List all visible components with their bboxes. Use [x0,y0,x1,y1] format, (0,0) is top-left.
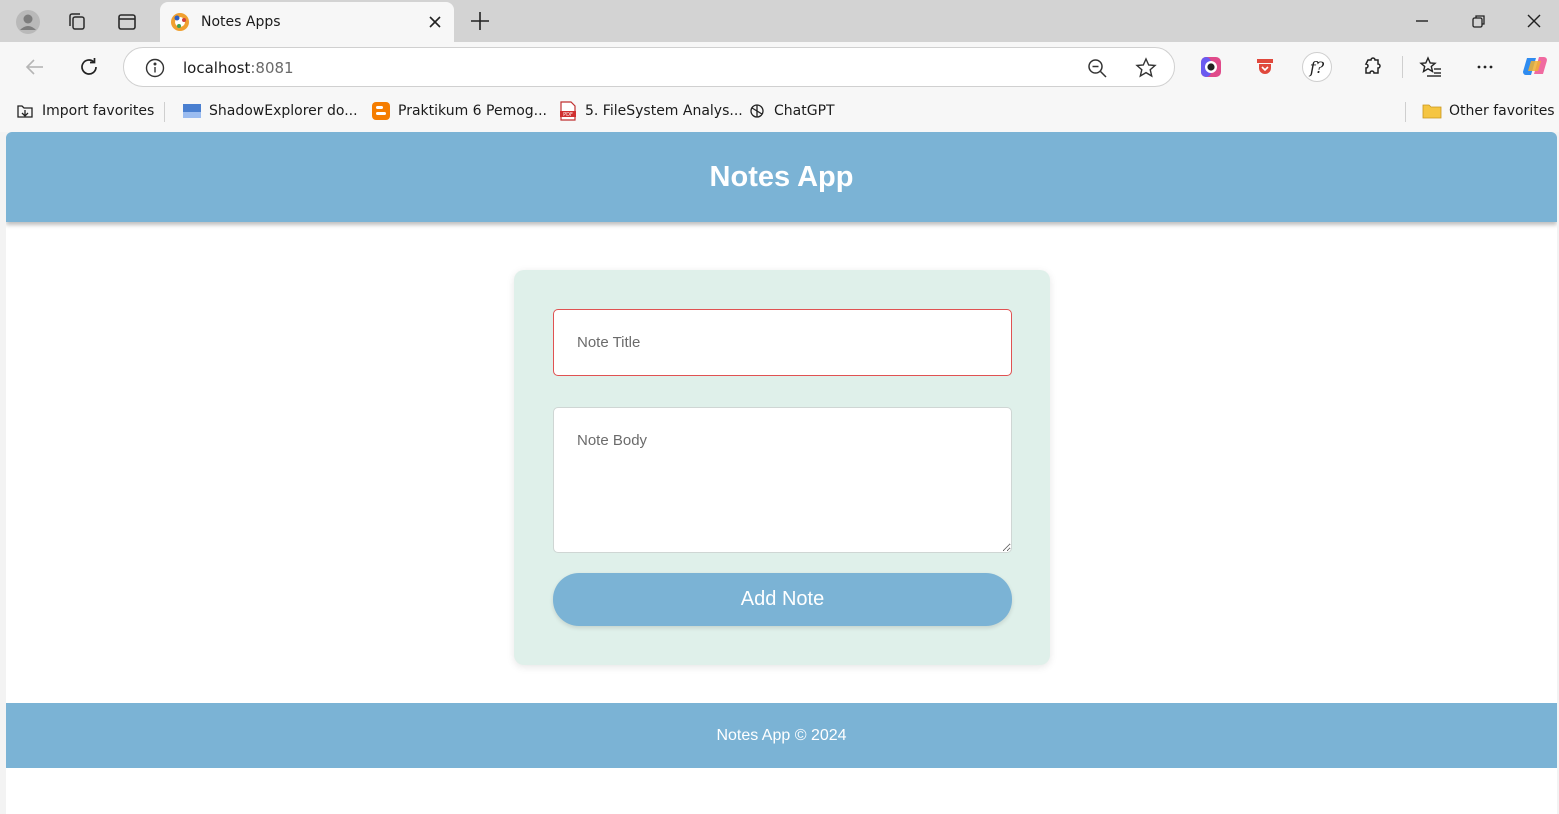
pocket-extension-icon[interactable] [1250,52,1280,82]
profile-avatar-icon[interactable] [14,8,42,36]
close-window-icon[interactable] [1523,10,1545,32]
more-options-icon[interactable] [1470,52,1500,82]
copilot-icon[interactable] [1520,51,1550,81]
favorite-label: Import favorites [42,103,155,119]
favorite-star-icon[interactable] [1134,56,1158,80]
favorite-label: ChatGPT [774,103,835,119]
shadowexplorer-icon [182,101,202,121]
tab-favicon-icon [170,12,190,32]
close-tab-icon[interactable] [425,12,445,32]
back-icon[interactable] [20,52,50,82]
page-viewport: Notes App Add Note Notes App © 2024 [6,132,1557,814]
favorite-shadowexplorer[interactable]: ShadowExplorer do... [182,100,358,122]
toolbar: localhost:8081 f? [0,42,1559,92]
blogger-icon [371,101,391,121]
favorite-label: Praktikum 6 Pemog... [398,103,548,119]
toolbar-separator [1402,56,1403,78]
formula-extension-icon[interactable]: f? [1302,52,1332,82]
favorites-bar: Import favorites ShadowExplorer do... Pr… [0,92,1559,132]
color-extension-icon[interactable] [1196,52,1226,82]
favorites-list-icon[interactable] [1416,52,1446,82]
address-bar[interactable]: localhost:8081 [123,47,1175,87]
extensions-icon[interactable] [1357,52,1387,82]
new-tab-icon[interactable] [468,9,492,33]
zoom-out-icon[interactable] [1086,57,1108,79]
favorite-chatgpt[interactable]: ChatGPT [747,100,835,122]
favorites-separator [164,102,165,122]
pdf-icon: PDF [558,101,578,121]
browser-window: Notes Apps localhost:8081 f? Import favo… [0,0,1559,814]
app-footer: Notes App © 2024 [6,703,1557,768]
app-header: Notes App [6,132,1557,222]
note-body-input[interactable] [553,407,1012,553]
footer-copyright: Notes App © 2024 [716,726,847,744]
tab-title: Notes Apps [201,14,281,30]
url-text[interactable]: localhost:8081 [183,59,294,77]
chatgpt-icon [747,101,767,121]
tab-notes-apps[interactable]: Notes Apps [160,2,454,42]
other-favorites[interactable]: Other favorites [1422,100,1555,122]
formula-extension-label: f? [1309,57,1325,77]
note-title-input[interactable] [553,309,1012,376]
url-host: localhost [183,59,251,77]
tab-strip: Notes Apps [0,0,1559,42]
svg-text:PDF: PDF [563,112,573,118]
note-form-card: Add Note [514,270,1050,665]
favorite-label: 5. FileSystem Analys... [585,103,743,119]
folder-icon [1422,101,1442,121]
site-info-icon[interactable] [144,57,166,79]
add-note-button[interactable]: Add Note [553,573,1012,626]
page-title: Notes App [709,160,854,193]
refresh-icon[interactable] [74,52,104,82]
minimize-icon[interactable] [1411,10,1433,32]
vertical-tabs-icon[interactable] [113,8,141,36]
restore-icon[interactable] [1467,10,1489,32]
other-favorites-label: Other favorites [1449,103,1555,119]
import-icon [15,101,35,121]
favorites-separator [1405,102,1406,122]
url-port: :8081 [250,59,294,77]
favorite-filesystem[interactable]: PDF 5. FileSystem Analys... [558,100,743,122]
favorite-label: ShadowExplorer do... [209,103,358,119]
favorite-import[interactable]: Import favorites [15,100,154,122]
favorite-praktikum[interactable]: Praktikum 6 Pemog... [371,100,547,122]
workspaces-icon[interactable] [63,8,91,36]
